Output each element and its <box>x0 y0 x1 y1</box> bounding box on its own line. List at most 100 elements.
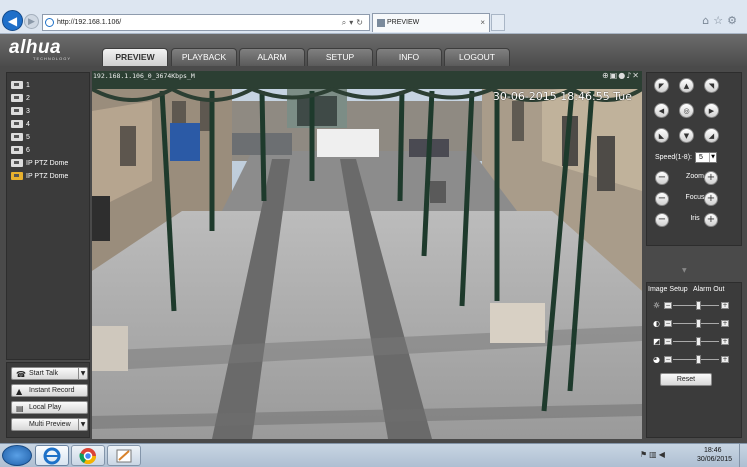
close-icon[interactable]: ✕ <box>632 71 640 80</box>
brightness-plus-button[interactable]: + <box>721 302 729 309</box>
tab-close-icon[interactable]: × <box>480 14 485 32</box>
address-bar[interactable]: http://192.168.1.106/ ⌕▾↻ <box>42 14 370 31</box>
camera-icon <box>11 133 23 142</box>
ie-icon <box>45 18 54 27</box>
hue-minus-button[interactable]: − <box>664 356 672 363</box>
system-tray[interactable]: ⚑▥◀ <box>640 450 667 459</box>
saturation-minus-button[interactable]: − <box>664 338 672 345</box>
osd-timestamp: 30-06-2015 18:46:55 Tue <box>492 90 632 103</box>
ptz-down-left-button[interactable]: ◣ <box>654 128 669 143</box>
ptz-left-button[interactable]: ◀ <box>654 103 669 118</box>
paint-icon <box>116 449 132 462</box>
star-icon[interactable]: ☆ <box>713 14 727 27</box>
instant-record-button[interactable]: ▲ Instant Record <box>11 384 88 397</box>
clock-date[interactable]: 30/06/2015 <box>697 456 732 463</box>
dahua-web-client: alhua TECHNOLOGY PREVIEW PLAYBACK ALARM … <box>0 34 747 443</box>
ptz-up-left-button[interactable]: ◤ <box>654 78 669 93</box>
saturation-thumb[interactable] <box>695 337 701 346</box>
tab-playback[interactable]: PLAYBACK <box>171 48 237 66</box>
tab-preview[interactable]: PREVIEW <box>102 48 168 66</box>
contrast-plus-button[interactable]: + <box>721 320 729 327</box>
chevron-down-icon[interactable]: ▼ <box>78 419 87 430</box>
channel-2[interactable]: 2 <box>11 93 30 104</box>
zoom-icon[interactable]: ⊕ <box>602 71 610 80</box>
chevron-down-icon[interactable]: ▼ <box>78 368 87 379</box>
iris-minus-button[interactable]: − <box>655 213 669 227</box>
ptz-up-right-button[interactable]: ◥ <box>704 78 719 93</box>
paint-taskbar-button[interactable] <box>107 445 141 466</box>
contrast-row: ◐ − + <box>653 319 737 328</box>
chrome-taskbar-button[interactable] <box>71 445 105 466</box>
channel-list: 1 2 3 4 5 6 IP PTZ Dome IP PTZ Dome <box>6 72 90 360</box>
search-refresh-icons[interactable]: ⌕▾↻ <box>342 15 366 30</box>
snapshot-icon[interactable]: ▣ <box>610 71 619 80</box>
ptz-down-right-button[interactable]: ◢ <box>704 128 719 143</box>
brightness-minus-button[interactable]: − <box>664 302 672 309</box>
start-button[interactable] <box>2 445 32 466</box>
contrast-minus-button[interactable]: − <box>664 320 672 327</box>
reset-button[interactable]: Reset <box>660 373 712 386</box>
tab-alarm-out[interactable]: Alarm Out <box>693 286 725 293</box>
home-icon[interactable]: ⌂ <box>702 14 713 27</box>
ie-taskbar-button[interactable] <box>35 445 69 466</box>
hue-row: ◕ − + <box>653 355 737 364</box>
channel-3[interactable]: 3 <box>11 106 30 117</box>
browser-tools[interactable]: ⌂☆⚙ <box>702 14 741 27</box>
volume-icon[interactable]: ◀ <box>659 450 667 459</box>
clock-time[interactable]: 18:46 <box>704 447 722 454</box>
tab-title: PREVIEW <box>387 19 420 26</box>
new-tab-button[interactable] <box>491 14 505 31</box>
browser-toolbar: ◀ ▶ http://192.168.1.106/ ⌕▾↻ PREVIEW × … <box>0 0 747 34</box>
camera-icon <box>11 94 23 103</box>
channel-6[interactable]: 6 <box>11 145 30 156</box>
channel-4[interactable]: 4 <box>11 119 30 130</box>
channel-1[interactable]: 1 <box>11 80 30 91</box>
tab-setup[interactable]: SETUP <box>307 48 373 66</box>
record-icon[interactable]: ● <box>618 71 626 80</box>
camera-icon <box>11 159 23 168</box>
zoom-plus-button[interactable]: + <box>704 171 718 185</box>
tab-alarm[interactable]: ALARM <box>239 48 305 66</box>
tab-image-setup[interactable]: Image Setup <box>648 286 688 293</box>
iris-plus-button[interactable]: + <box>704 213 718 227</box>
ptz-up-button[interactable]: ▲ <box>679 78 694 93</box>
ie-icon <box>43 447 61 464</box>
hue-thumb[interactable] <box>695 355 701 364</box>
ptz-right-button[interactable]: ▶ <box>704 103 719 118</box>
flag-icon[interactable]: ⚑ <box>640 450 649 459</box>
tab-info[interactable]: INFO <box>376 48 442 66</box>
zoom-minus-button[interactable]: − <box>655 171 669 185</box>
tab-logout[interactable]: LOGOUT <box>444 48 510 66</box>
speed-select[interactable]: 5 ▼ <box>695 152 717 163</box>
network-icon[interactable]: ▥ <box>649 450 659 459</box>
contrast-thumb[interactable] <box>695 319 701 328</box>
focus-minus-button[interactable]: − <box>655 192 669 206</box>
hue-icon: ◕ <box>653 355 660 364</box>
camera-scene <box>92 71 642 439</box>
saturation-plus-button[interactable]: + <box>721 338 729 345</box>
browser-tab[interactable]: PREVIEW × <box>372 13 490 32</box>
ptz-center-button[interactable]: ◎ <box>679 103 694 118</box>
show-desktop-button[interactable] <box>739 444 747 467</box>
channel-ip-ptz-dome-2[interactable]: IP PTZ Dome <box>11 171 68 182</box>
video-preview[interactable]: 192.168.1.106_0_3674Kbps_M ⊕▣●♪✕ 30-06-2… <box>92 71 642 439</box>
multi-preview-button[interactable]: Multi Preview ▼ <box>11 418 88 431</box>
chevron-down-icon[interactable]: ▼ <box>682 267 687 274</box>
start-talk-button[interactable]: ☎ Start Talk ▼ <box>11 367 88 380</box>
hue-plus-button[interactable]: + <box>721 356 729 363</box>
stream-info: 192.168.1.106_0_3674Kbps_M <box>93 72 195 80</box>
local-play-button[interactable]: ▤ Local Play <box>11 401 88 414</box>
video-toolbar[interactable]: ⊕▣●♪✕ <box>602 71 640 80</box>
forward-button[interactable]: ▶ <box>24 14 39 29</box>
focus-plus-button[interactable]: + <box>704 192 718 206</box>
brightness-thumb[interactable] <box>695 301 701 310</box>
image-setup-panel: Image Setup Alarm Out ☼ − + ◐ − + ◩ − + … <box>646 282 742 438</box>
camera-icon <box>11 146 23 155</box>
chevron-down-icon: ▼ <box>709 153 716 162</box>
gear-icon[interactable]: ⚙ <box>727 14 741 27</box>
channel-5[interactable]: 5 <box>11 132 30 143</box>
camera-icon <box>11 81 23 90</box>
channel-ip-ptz-dome-1[interactable]: IP PTZ Dome <box>11 158 68 169</box>
back-button[interactable]: ◀ <box>2 10 23 31</box>
ptz-down-button[interactable]: ▼ <box>679 128 694 143</box>
